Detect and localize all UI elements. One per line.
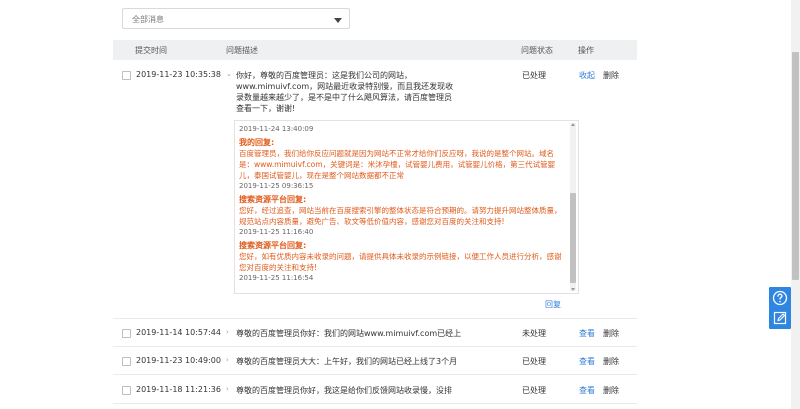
header-submit-time: 提交时间 — [135, 46, 167, 55]
help-button[interactable] — [769, 287, 791, 309]
row-description: 尊敬的百度管理员你好，我这是给你们反馈网站收录慢，没排 — [236, 386, 452, 395]
header-description: 问题描述 — [226, 46, 258, 55]
table-header: 提交时间 问题描述 问题状态 操作 — [113, 40, 637, 60]
chevron-down-icon[interactable]: ⌄ — [226, 70, 232, 78]
header-operations: 操作 — [578, 46, 594, 55]
chevron-right-icon[interactable]: › — [226, 356, 229, 364]
edit-icon — [773, 311, 787, 325]
row-checkbox[interactable] — [122, 386, 131, 395]
page-scrollbar-thumb[interactable] — [792, 52, 799, 280]
row-description: 尊敬的百度管理员大大：上午好，我们的网站已经上线了3个月 — [236, 357, 458, 366]
reply-author: 搜索资源平台回复: — [239, 241, 307, 250]
row-divider — [113, 374, 637, 375]
reply-scrollbar[interactable] — [570, 123, 576, 291]
scroll-up-icon[interactable] — [571, 123, 575, 126]
view-link[interactable]: 查看 — [579, 356, 595, 367]
row-divider — [113, 403, 637, 404]
view-link[interactable]: 查看 — [579, 385, 595, 396]
page-scrollbar[interactable] — [791, 0, 800, 409]
row-description: 尊敬的百度管理员你好：我们的网站www.mimuivf.com已经上 — [236, 329, 462, 338]
reply-time: 2019-11-25 11:16:40 — [239, 228, 314, 236]
chevron-right-icon[interactable]: › — [226, 385, 229, 393]
row-status: 未处理 — [522, 329, 546, 338]
row-date: 2019-11-14 10:57:44 — [136, 328, 221, 337]
row-divider — [113, 346, 637, 347]
reply-time: 2019-11-24 13:40:09 — [239, 125, 314, 133]
question-circle-icon — [772, 290, 788, 306]
reply-text: 您好，如有优质内容未收录的问题，请提供具体未收录的示例链接，以便工作人员进行分析… — [239, 252, 562, 272]
reply-item: 搜索资源平台回复: 您好，经过追查，网站当前在百度搜索引擎的整体状态是符合预期的… — [239, 194, 565, 237]
row-status: 已处理 — [522, 71, 546, 80]
message-filter-value: 全部消息 — [132, 15, 164, 24]
row-description: 你好，尊敬的百度管理员：这是我们公司的网站，www.mimuivf.com，网站… — [236, 71, 454, 113]
reply-item: 我的回复: 百度管理员，我们给你反应问题就是因为网站不正常才给你们反应呀，我说的… — [239, 137, 565, 191]
reply-item: 2019-11-24 13:40:09 — [239, 124, 565, 134]
reply-text: 百度管理员，我们给你反应问题就是因为网站不正常才给你们反应呀，我说的是整个网站。… — [239, 149, 556, 180]
delete-link[interactable]: 删除 — [603, 70, 619, 81]
chevron-down-icon — [334, 18, 342, 23]
feedback-button[interactable] — [769, 307, 791, 329]
reply-author: 搜索资源平台回复: — [239, 195, 307, 204]
message-filter-select[interactable]: 全部消息 — [122, 8, 350, 29]
row-date: 2019-11-18 11:21:36 — [136, 385, 221, 394]
reply-time: 2019-11-25 11:16:54 — [239, 274, 314, 282]
row-date: 2019-11-23 10:49:00 — [136, 356, 221, 365]
scrollbar-thumb[interactable] — [570, 193, 576, 283]
reply-item: 搜索资源平台回复: 您好，如有优质内容未收录的问题，请提供具体未收录的示例链接，… — [239, 240, 565, 283]
scroll-down-icon[interactable] — [571, 288, 575, 291]
row-status: 已处理 — [522, 386, 546, 395]
reply-button[interactable]: 回复 — [545, 299, 561, 310]
reply-thread[interactable]: 2019-11-24 13:40:09 我的回复: 百度管理员，我们给你反应问题… — [234, 120, 579, 294]
view-link[interactable]: 查看 — [579, 328, 595, 339]
reply-author: 我的回复: — [239, 138, 275, 147]
row-status: 已处理 — [522, 357, 546, 366]
row-checkbox[interactable] — [122, 71, 131, 80]
row-checkbox[interactable] — [122, 357, 131, 366]
row-divider — [113, 318, 637, 319]
reply-text: 您好，经过追查，网站当前在百度搜索引擎的整体状态是符合预期的。请努力提升网站整体… — [239, 206, 562, 226]
header-status: 问题状态 — [521, 46, 553, 55]
delete-link[interactable]: 删除 — [603, 356, 619, 367]
reply-thread-content: 2019-11-24 13:40:09 我的回复: 百度管理员，我们给你反应问题… — [239, 121, 565, 285]
row-date: 2019-11-23 10:35:38 — [136, 70, 221, 79]
delete-link[interactable]: 删除 — [603, 385, 619, 396]
row-checkbox[interactable] — [122, 329, 131, 338]
chevron-right-icon[interactable]: › — [226, 328, 229, 336]
collapse-link[interactable]: 收起 — [579, 70, 595, 81]
delete-link[interactable]: 删除 — [603, 328, 619, 339]
reply-time: 2019-11-25 09:36:15 — [239, 182, 314, 190]
